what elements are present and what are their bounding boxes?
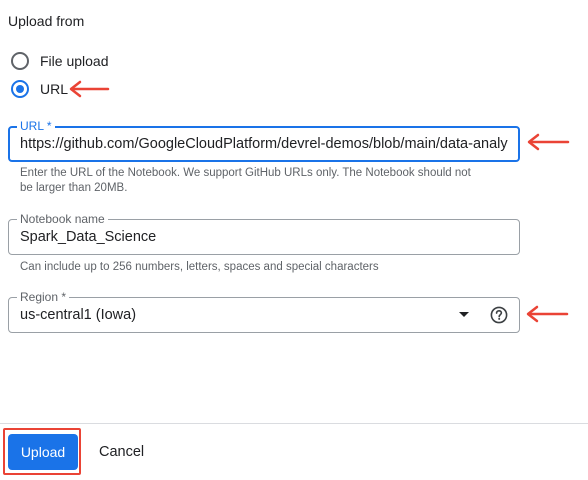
url-field[interactable]: URL * <box>8 119 520 162</box>
annotation-arrow-icon <box>69 80 110 98</box>
cancel-button[interactable]: Cancel <box>88 434 155 470</box>
radio-url[interactable]: URL <box>11 78 68 100</box>
url-hint: Enter the URL of the Notebook. We suppor… <box>20 166 500 196</box>
radio-button-url[interactable] <box>11 80 29 98</box>
url-hint-line-1: Enter the URL of the Notebook. We suppor… <box>20 167 471 179</box>
upload-from-title: Upload from <box>8 13 85 29</box>
radio-label-url: URL <box>40 81 69 97</box>
region-value: us-central1 (Iowa) <box>20 307 137 323</box>
footer-divider <box>0 423 588 424</box>
notebook-name-field[interactable]: Notebook name <box>8 212 520 255</box>
region-select[interactable]: Region * us-central1 (Iowa) <box>8 290 520 333</box>
notebook-name-hint: Can include up to 256 numbers, letters, … <box>20 261 379 273</box>
annotation-arrow-icon <box>527 133 570 151</box>
annotation-arrow-icon <box>526 305 569 323</box>
upload-button[interactable]: Upload <box>8 434 78 470</box>
url-hint-line-2: be larger than 20MB. <box>20 182 128 194</box>
notebook-name-input[interactable] <box>20 220 515 254</box>
radio-file-upload[interactable]: File upload <box>11 50 109 72</box>
radio-button-file-upload[interactable] <box>11 52 29 70</box>
caret-down-icon[interactable] <box>459 312 469 317</box>
url-input[interactable] <box>20 127 514 161</box>
radio-label-file-upload: File upload <box>40 53 109 69</box>
help-circle-icon[interactable] <box>490 306 508 324</box>
